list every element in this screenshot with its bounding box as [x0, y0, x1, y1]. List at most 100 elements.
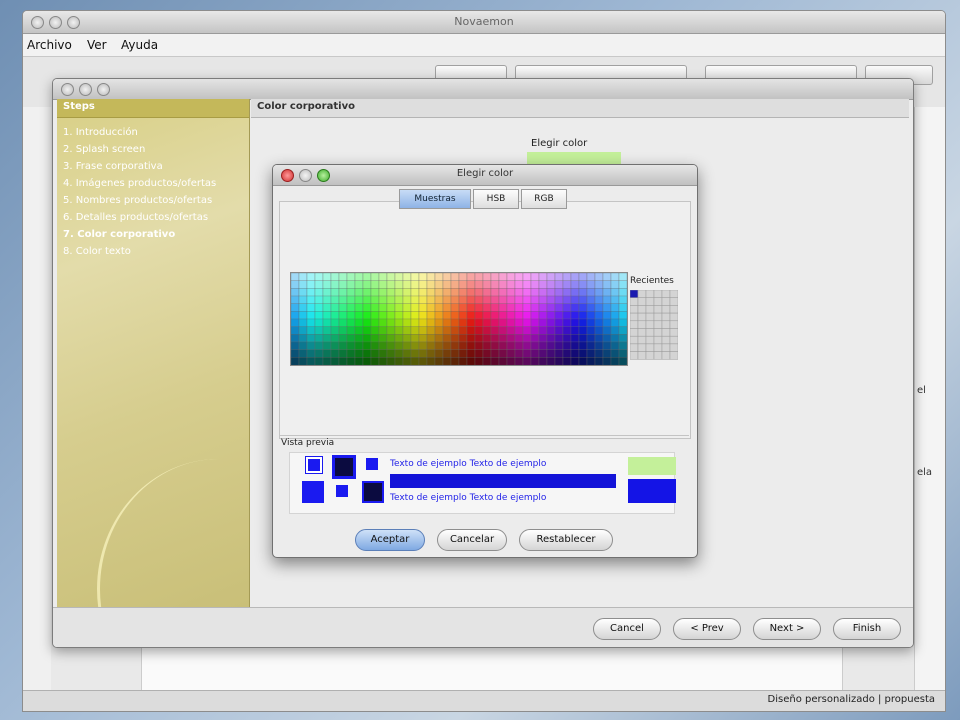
- swatch-cell[interactable]: [442, 273, 452, 282]
- swatch-cell[interactable]: [410, 273, 420, 282]
- swatch-cell[interactable]: [426, 349, 436, 358]
- swatch-cell[interactable]: [546, 295, 556, 304]
- swatch-cell[interactable]: [291, 273, 300, 282]
- swatch-cell[interactable]: [370, 349, 380, 358]
- swatch-cell[interactable]: [394, 334, 404, 343]
- swatch-cell[interactable]: [378, 280, 388, 289]
- swatch-cell[interactable]: [394, 311, 404, 320]
- swatch-cell[interactable]: [322, 334, 332, 343]
- swatch-cell[interactable]: [618, 303, 627, 312]
- swatch-cell[interactable]: [418, 349, 428, 358]
- swatch-cell[interactable]: [514, 280, 524, 289]
- swatch-cell[interactable]: [306, 303, 316, 312]
- swatch-cell[interactable]: [426, 311, 436, 320]
- recent-color-cell[interactable]: [637, 328, 647, 337]
- swatch-cell[interactable]: [602, 326, 612, 335]
- swatch-cell[interactable]: [498, 303, 508, 312]
- recent-color-cell[interactable]: [645, 312, 655, 322]
- swatch-cell[interactable]: [434, 349, 444, 358]
- swatch-cell[interactable]: [378, 326, 388, 335]
- swatch-cell[interactable]: [546, 303, 556, 312]
- swatch-cell[interactable]: [482, 295, 492, 304]
- swatch-cell[interactable]: [482, 341, 492, 350]
- swatch-cell[interactable]: [586, 288, 596, 297]
- swatch-cell[interactable]: [346, 311, 356, 320]
- swatch-cell[interactable]: [610, 349, 620, 358]
- swatch-cell[interactable]: [346, 349, 356, 358]
- swatch-cell[interactable]: [538, 280, 548, 289]
- swatch-cell[interactable]: [386, 341, 396, 350]
- recent-color-cell[interactable]: [669, 290, 678, 298]
- swatch-cell[interactable]: [610, 280, 620, 289]
- recent-color-cell[interactable]: [653, 312, 663, 322]
- swatch-cell[interactable]: [426, 341, 436, 350]
- swatch-cell[interactable]: [466, 349, 476, 358]
- swatch-cell[interactable]: [546, 273, 556, 282]
- swatch-cell[interactable]: [522, 273, 532, 282]
- prev-button[interactable]: < Prev: [673, 618, 741, 640]
- swatch-cell[interactable]: [602, 341, 612, 350]
- swatch-cell[interactable]: [530, 303, 540, 312]
- swatch-cell[interactable]: [610, 295, 620, 304]
- swatch-cell[interactable]: [410, 349, 420, 358]
- recent-color-cell[interactable]: [653, 305, 663, 314]
- swatch-cell[interactable]: [306, 326, 316, 335]
- recent-color-cell[interactable]: [669, 351, 678, 360]
- swatch-cell[interactable]: [330, 326, 340, 335]
- swatch-cell[interactable]: [418, 341, 428, 350]
- swatch-cell[interactable]: [314, 334, 324, 343]
- swatch-cell[interactable]: [466, 334, 476, 343]
- recent-color-cell[interactable]: [661, 335, 671, 345]
- swatch-cell[interactable]: [466, 318, 476, 327]
- swatch-cell[interactable]: [370, 273, 380, 282]
- swatch-cell[interactable]: [330, 273, 340, 282]
- swatch-cell[interactable]: [330, 295, 340, 304]
- swatch-cell[interactable]: [570, 273, 580, 282]
- swatch-cell[interactable]: [482, 303, 492, 312]
- swatch-cell[interactable]: [562, 288, 572, 297]
- swatch-cell[interactable]: [522, 288, 532, 297]
- swatch-palette[interactable]: [290, 272, 628, 366]
- swatch-cell[interactable]: [378, 295, 388, 304]
- swatch-cell[interactable]: [546, 288, 556, 297]
- swatch-cell[interactable]: [586, 326, 596, 335]
- swatch-cell[interactable]: [554, 349, 564, 358]
- swatch-cell[interactable]: [474, 295, 484, 304]
- swatch-cell[interactable]: [618, 341, 627, 350]
- swatch-cell[interactable]: [386, 303, 396, 312]
- swatch-cell[interactable]: [442, 349, 452, 358]
- swatch-cell[interactable]: [314, 273, 324, 282]
- swatch-cell[interactable]: [418, 273, 428, 282]
- swatch-cell[interactable]: [498, 311, 508, 320]
- swatch-cell[interactable]: [434, 341, 444, 350]
- swatch-cell[interactable]: [362, 341, 372, 350]
- swatch-cell[interactable]: [578, 334, 588, 343]
- recent-color-cell[interactable]: [669, 328, 678, 337]
- swatch-cell[interactable]: [458, 280, 468, 289]
- swatch-cell[interactable]: [291, 318, 300, 327]
- swatch-cell[interactable]: [554, 273, 564, 282]
- minimize-window-icon[interactable]: [79, 83, 92, 96]
- tab-rgb[interactable]: RGB: [521, 189, 567, 209]
- swatch-cell[interactable]: [426, 273, 436, 282]
- swatch-cell[interactable]: [362, 357, 372, 365]
- swatch-cell[interactable]: [338, 295, 348, 304]
- swatch-cell[interactable]: [354, 349, 364, 358]
- swatch-cell[interactable]: [458, 273, 468, 282]
- swatch-cell[interactable]: [522, 349, 532, 358]
- swatch-cell[interactable]: [402, 357, 412, 365]
- swatch-cell[interactable]: [490, 288, 500, 297]
- swatch-cell[interactable]: [378, 311, 388, 320]
- swatch-cell[interactable]: [594, 326, 604, 335]
- swatch-cell[interactable]: [538, 341, 548, 350]
- recent-color-cell[interactable]: [637, 312, 647, 322]
- swatch-cell[interactable]: [522, 303, 532, 312]
- recent-color-cell[interactable]: [669, 305, 678, 314]
- swatch-cell[interactable]: [458, 326, 468, 335]
- swatch-cell[interactable]: [466, 326, 476, 335]
- swatch-cell[interactable]: [458, 318, 468, 327]
- swatch-cell[interactable]: [562, 326, 572, 335]
- swatch-cell[interactable]: [394, 357, 404, 365]
- swatch-cell[interactable]: [298, 349, 308, 358]
- swatch-cell[interactable]: [594, 334, 604, 343]
